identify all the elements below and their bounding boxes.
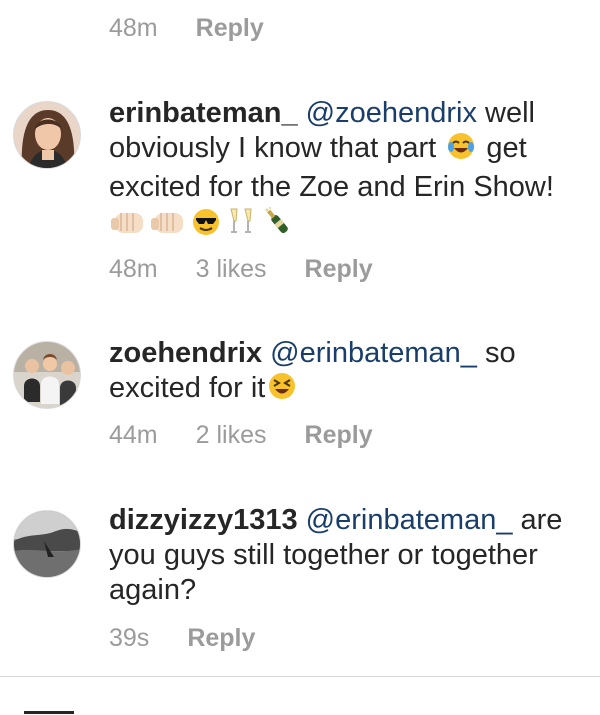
input-indicator bbox=[24, 711, 74, 714]
tears-of-joy-emoji bbox=[446, 131, 476, 170]
comment-meta: 44m 2 likes Reply bbox=[109, 421, 373, 450]
champagne-glasses-emoji bbox=[225, 205, 257, 246]
comment-likes[interactable]: 3 likes bbox=[196, 255, 267, 284]
reply-button[interactable]: Reply bbox=[187, 624, 255, 653]
avatar[interactable] bbox=[13, 101, 81, 169]
comment-text: zoehendrix @erinbateman_ so excited for … bbox=[109, 336, 584, 410]
comment-mention[interactable]: @erinbateman_ bbox=[306, 504, 513, 536]
fist-bump-emoji bbox=[111, 209, 147, 246]
sunglasses-emoji bbox=[191, 207, 221, 246]
comment-username[interactable]: erinbateman_ bbox=[109, 97, 298, 129]
comment-meta: 39s Reply bbox=[109, 624, 255, 653]
comment-mention[interactable]: @erinbateman_ bbox=[270, 337, 477, 369]
comment-time: 48m bbox=[109, 255, 158, 283]
comment-text: erinbateman_ @zoehendrix well obviously … bbox=[109, 96, 584, 246]
avatar[interactable] bbox=[13, 341, 81, 409]
comment-username[interactable]: zoehendrix bbox=[109, 337, 262, 369]
reply-button[interactable]: Reply bbox=[305, 421, 373, 450]
comment-time: 39s bbox=[109, 624, 150, 652]
comment-time: 44m bbox=[109, 421, 158, 449]
comment-mention[interactable]: @zoehendrix bbox=[306, 97, 477, 129]
reply-button[interactable]: Reply bbox=[196, 14, 264, 43]
laughing-squint-emoji bbox=[267, 371, 297, 410]
avatar[interactable] bbox=[13, 510, 81, 578]
fist-bump-emoji bbox=[151, 209, 187, 246]
comment-meta: 48m 3 likes Reply bbox=[109, 255, 373, 284]
champagne-bottle-emoji bbox=[261, 205, 293, 246]
comment-likes[interactable]: 2 likes bbox=[196, 421, 267, 450]
reply-button[interactable]: Reply bbox=[305, 255, 373, 284]
comment-meta: 48m Reply bbox=[109, 14, 264, 43]
comment-username[interactable]: dizzyizzy1313 bbox=[109, 504, 298, 536]
comment-text: dizzyizzy1313 @erinbateman_ are you guys… bbox=[109, 503, 584, 608]
divider bbox=[0, 676, 600, 677]
comment-time: 48m bbox=[109, 14, 158, 42]
